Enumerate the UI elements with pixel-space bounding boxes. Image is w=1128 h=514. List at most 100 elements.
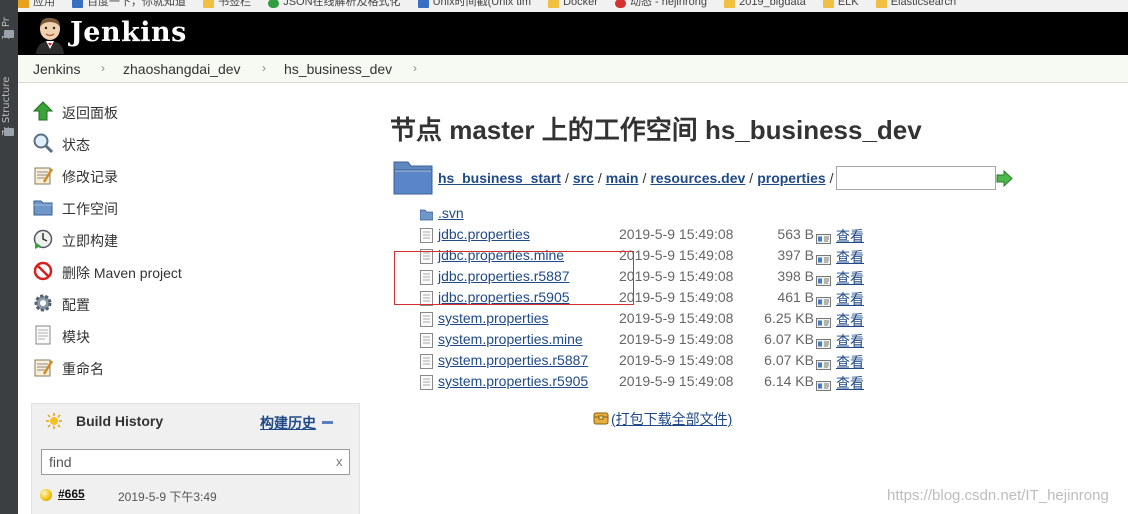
file-size: 6.25 KB: [764, 310, 814, 326]
bookmark-unix-time[interactable]: Unix时间戳(Unix tim: [417, 0, 531, 8]
view-file-link[interactable]: 查看: [836, 226, 864, 246]
workspace-path: hs_business_start / src / main / resources.dev…: [438, 170, 838, 186]
build-date[interactable]: 2019-5-9 下午3:49: [118, 488, 217, 505]
clock-icon: [33, 229, 53, 249]
view-file-link[interactable]: 查看: [836, 268, 864, 288]
view-file-link[interactable]: 查看: [836, 289, 864, 309]
chevron-right-icon[interactable]: ›: [101, 61, 105, 75]
file-row: jdbc.properties 2019-5-9 15:49:08 563 B 查看: [420, 225, 880, 246]
build-history-panel: Build History 构建历史 x #665 2019-5-9 下午3:4…: [31, 403, 360, 514]
file-size: 397 B: [777, 247, 814, 263]
bookmark-apps[interactable]: 应用: [18, 0, 55, 8]
file-row: system.properties.mine 2019-5-9 15:49:08 6…: [420, 330, 880, 351]
breadcrumb-hs-business-dev[interactable]: hs_business_dev: [284, 61, 392, 77]
file-name-link[interactable]: system.properties.r5905: [438, 373, 588, 389]
chevron-right-icon[interactable]: ›: [262, 61, 266, 75]
view-file-link[interactable]: 查看: [836, 373, 864, 393]
jenkins-header: Jenkins: [18, 12, 1128, 55]
baidu-icon: [72, 0, 84, 8]
view-file-icon[interactable]: [816, 336, 831, 349]
collapse-icon[interactable]: [322, 421, 333, 424]
build-number-link[interactable]: #665: [58, 487, 85, 501]
task-label: 工作空间: [62, 201, 118, 217]
view-file-icon[interactable]: [816, 357, 831, 370]
file-name-link[interactable]: system.properties.mine: [438, 331, 583, 347]
folder-icon: [548, 0, 560, 8]
bookmark-baidu[interactable]: 百度一下，你就知道: [72, 0, 186, 8]
path-segment-hs-business-start[interactable]: hs_business_start: [438, 170, 561, 186]
view-file-link[interactable]: 查看: [836, 247, 864, 267]
path-separator: /: [642, 170, 647, 186]
file-size: 6.07 KB: [764, 331, 814, 347]
zip-download-link[interactable]: (打包下载全部文件): [611, 409, 732, 429]
clear-filter-icon[interactable]: x: [336, 454, 343, 469]
file-name-link[interactable]: jdbc.properties: [438, 226, 530, 242]
build-history-title: Build History: [76, 413, 164, 429]
folder-icon: [419, 207, 434, 222]
path-pattern-input[interactable]: [836, 166, 996, 190]
path-segment-properties[interactable]: properties: [757, 170, 825, 186]
file-size: 563 B: [777, 226, 814, 242]
breadcrumb: Jenkins › zhaoshangdai_dev › hs_business…: [18, 55, 1128, 83]
path-separator: /: [597, 170, 602, 186]
view-file-icon[interactable]: [816, 231, 831, 244]
bookmark-elasticsearch[interactable]: Elasticsearch: [875, 0, 956, 8]
document-icon: [35, 325, 51, 345]
file-date: 2019-5-9 15:49:08: [619, 373, 734, 389]
notepad-icon: [34, 359, 54, 377]
breadcrumb-zhaoshangdai-dev[interactable]: zhaoshangdai_dev: [123, 61, 241, 77]
build-history-header: Build History 构建历史: [32, 404, 359, 438]
search-icon: [33, 133, 54, 154]
build-status-ball-icon: [40, 489, 52, 501]
bookmark-docker[interactable]: Docker: [548, 0, 598, 8]
path-segment-main[interactable]: main: [606, 170, 639, 186]
file-row: system.properties.r5905 2019-5-9 15:49:08…: [420, 372, 880, 393]
breadcrumb-jenkins[interactable]: Jenkins: [33, 61, 80, 77]
view-file-icon[interactable]: [816, 294, 831, 307]
file-icon: [420, 375, 433, 390]
view-file-link[interactable]: 查看: [836, 331, 864, 351]
file-date: 2019-5-9 15:49:08: [619, 226, 734, 242]
task-label: 返回面板: [62, 105, 118, 121]
view-file-link[interactable]: 查看: [836, 310, 864, 330]
json-icon: [268, 0, 280, 8]
chevron-right-icon[interactable]: ›: [413, 61, 417, 75]
file-icon: [420, 228, 433, 243]
bookmark-json[interactable]: JSON在线解析及格式化: [268, 0, 401, 8]
path-segment-src[interactable]: src: [573, 170, 594, 186]
file-name-link[interactable]: .svn: [438, 205, 464, 221]
page-title: 节点 master 上的工作空间 hs_business_dev: [390, 115, 922, 145]
bookmark-bigdata[interactable]: 2019_bigdata: [724, 0, 806, 8]
bookmark-folder-bookmarks[interactable]: 书签栏: [203, 0, 251, 8]
folder-icon: [724, 0, 736, 8]
view-file-icon[interactable]: [816, 252, 831, 265]
ide-structure-tab[interactable]: 7: Structure: [1, 58, 17, 136]
file-name-link[interactable]: system.properties: [438, 310, 548, 326]
bookmark-elk[interactable]: ELK: [822, 0, 859, 8]
folder-icon: [822, 0, 834, 8]
jenkins-butler-icon[interactable]: [33, 16, 67, 54]
file-size: 6.14 KB: [764, 373, 814, 389]
path-segment-resources-dev[interactable]: resources.dev: [650, 170, 745, 186]
csdn-icon: [614, 0, 626, 8]
task-label: 状态: [62, 137, 90, 153]
build-filter-input[interactable]: [41, 449, 350, 475]
file-date: 2019-5-9 15:49:08: [619, 289, 734, 305]
task-label: 配置: [62, 297, 90, 313]
task-label: 模块: [62, 329, 90, 345]
file-size: 461 B: [777, 289, 814, 305]
view-file-link[interactable]: 查看: [836, 352, 864, 372]
file-icon: [420, 333, 433, 348]
file-name-link[interactable]: system.properties.r5887: [438, 352, 588, 368]
go-arrow-icon[interactable]: [996, 170, 1013, 187]
bookmark-csdn[interactable]: 动态 - hejinrong: [614, 0, 707, 8]
sun-icon: [46, 413, 62, 429]
jenkins-logo-text[interactable]: Jenkins: [70, 17, 187, 48]
view-file-icon[interactable]: [816, 315, 831, 328]
file-date: 2019-5-9 15:49:08: [619, 268, 734, 284]
build-trend-link[interactable]: 构建历史: [260, 413, 316, 433]
file-size: 6.07 KB: [764, 352, 814, 368]
view-file-icon[interactable]: [816, 378, 831, 391]
bookmarks-bar: 应用 百度一下，你就知道 书签栏 JSON在线解析及格式化 Unix时间戳(Un…: [18, 0, 1128, 12]
view-file-icon[interactable]: [816, 273, 831, 286]
